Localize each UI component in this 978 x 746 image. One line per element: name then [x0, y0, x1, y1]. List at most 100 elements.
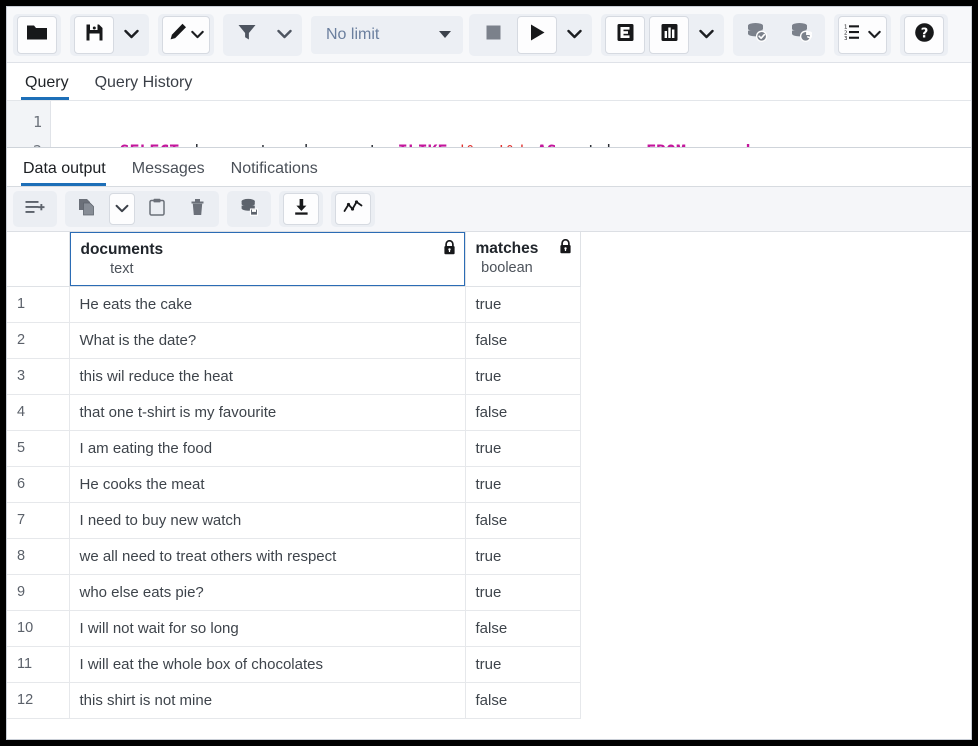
row-number-cell[interactable]: 7 — [7, 502, 69, 538]
row-number-cell[interactable]: 9 — [7, 574, 69, 610]
help-button[interactable]: ? — [904, 16, 944, 54]
download-group — [279, 191, 323, 227]
cell-matches[interactable]: true — [465, 430, 580, 466]
column-documents[interactable]: documents text — [69, 232, 465, 286]
row-number-cell[interactable]: 6 — [7, 466, 69, 502]
cell-documents[interactable]: I need to buy new watch — [69, 502, 465, 538]
cell-matches[interactable]: false — [465, 322, 580, 358]
table-row[interactable]: 11I will eat the whole box of chocolates… — [7, 646, 580, 682]
copy-dropdown-button[interactable] — [109, 193, 135, 225]
save-file-button[interactable] — [74, 16, 114, 54]
cell-matches[interactable]: true — [465, 538, 580, 574]
row-number-cell[interactable]: 12 — [7, 682, 69, 718]
table-row[interactable]: 6He cooks the meattrue — [7, 466, 580, 502]
sql-token: documents — [298, 142, 387, 147]
cell-matches[interactable]: true — [465, 358, 580, 394]
commit-button[interactable] — [737, 16, 777, 54]
copy-button[interactable] — [69, 193, 105, 225]
tab-messages[interactable]: Messages — [130, 160, 217, 186]
save-data-changes-button[interactable] — [231, 193, 267, 225]
cell-matches[interactable]: true — [465, 646, 580, 682]
cell-documents[interactable]: He cooks the meat — [69, 466, 465, 502]
add-row-button[interactable] — [17, 193, 53, 225]
delete-row-button[interactable] — [179, 193, 215, 225]
row-number-cell[interactable]: 5 — [7, 430, 69, 466]
cell-matches[interactable]: false — [465, 610, 580, 646]
column-header-type: text — [81, 260, 164, 279]
table-row[interactable]: 4that one t-shirt is my favouritefalse — [7, 394, 580, 430]
row-number-cell[interactable]: 11 — [7, 646, 69, 682]
execute-dropdown-button[interactable] — [561, 16, 588, 54]
cell-matches[interactable]: true — [465, 286, 580, 322]
cell-matches[interactable]: false — [465, 502, 580, 538]
list-numbered-icon: 1 2 3 — [844, 23, 866, 46]
column-documents-inner: documents text — [69, 232, 466, 287]
cell-documents[interactable]: we all need to treat others with respect — [69, 538, 465, 574]
cell-documents[interactable]: I am eating the food — [69, 430, 465, 466]
row-number-cell[interactable]: 10 — [7, 610, 69, 646]
chevron-down-icon — [115, 200, 129, 218]
cell-documents[interactable]: that one t-shirt is my favourite — [69, 394, 465, 430]
row-number-cell[interactable]: 3 — [7, 358, 69, 394]
tab-data-output[interactable]: Data output — [21, 160, 118, 186]
explain-button[interactable] — [605, 16, 645, 54]
cell-documents[interactable]: who else eats pie? — [69, 574, 465, 610]
macros-button[interactable]: 1 2 3 — [838, 16, 887, 54]
cell-documents[interactable]: this shirt is not mine — [69, 682, 465, 718]
cell-documents[interactable]: I will not wait for so long — [69, 610, 465, 646]
save-dropdown-button[interactable] — [118, 16, 145, 54]
cell-documents[interactable]: I will eat the whole box of chocolates — [69, 646, 465, 682]
table-row[interactable]: 12this shirt is not minefalse — [7, 682, 580, 718]
explain-analyze-button[interactable] — [649, 16, 689, 54]
filter-dropdown-button[interactable] — [271, 16, 298, 54]
sql-code-area[interactable]: SELECT documents, documents ILIKE '%eat%… — [51, 101, 971, 147]
chevron-down-icon — [868, 26, 881, 44]
paste-button[interactable] — [139, 193, 175, 225]
rollback-button[interactable] — [781, 16, 821, 54]
table-row[interactable]: 2What is the date?false — [7, 322, 580, 358]
filter-button[interactable] — [227, 16, 267, 54]
open-file-button[interactable] — [17, 16, 57, 54]
column-matches[interactable]: matches boolean — [465, 232, 580, 286]
tab-query-history[interactable]: Query History — [91, 74, 203, 100]
folder-icon — [26, 23, 48, 47]
tab-notifications[interactable]: Notifications — [229, 160, 330, 186]
table-row[interactable]: 3this wil reduce the heattrue — [7, 358, 580, 394]
lock-icon — [559, 239, 572, 258]
pgadmin-query-tool: No limit — [6, 6, 972, 740]
table-row[interactable]: 5I am eating the foodtrue — [7, 430, 580, 466]
pencil-icon — [168, 22, 188, 47]
row-limit-select[interactable]: No limit — [311, 16, 463, 54]
edit-button[interactable] — [162, 16, 210, 54]
table-row[interactable]: 8we all need to treat others with respec… — [7, 538, 580, 574]
column-rownum[interactable] — [7, 232, 69, 286]
row-number-cell[interactable]: 2 — [7, 322, 69, 358]
row-number-cell[interactable]: 4 — [7, 394, 69, 430]
sql-token — [527, 142, 537, 147]
explain-dropdown-button[interactable] — [693, 16, 720, 54]
cell-matches[interactable]: false — [465, 394, 580, 430]
tab-query[interactable]: Query — [21, 74, 79, 100]
cell-documents[interactable]: this wil reduce the heat — [69, 358, 465, 394]
cell-matches[interactable]: true — [465, 466, 580, 502]
cell-matches[interactable]: false — [465, 682, 580, 718]
table-row[interactable]: 7I need to buy new watchfalse — [7, 502, 580, 538]
cell-documents[interactable]: He eats the cake — [69, 286, 465, 322]
sql-token: , — [279, 142, 299, 147]
sql-editor[interactable]: 1 2 SELECT documents, documents ILIKE '%… — [7, 101, 971, 147]
graph-visualiser-button[interactable] — [335, 193, 371, 225]
row-number-cell[interactable]: 1 — [7, 286, 69, 322]
cell-documents[interactable]: What is the date? — [69, 322, 465, 358]
cell-matches[interactable]: true — [465, 574, 580, 610]
add-row-group — [13, 191, 57, 227]
result-grid: documents text matches bool — [7, 232, 581, 719]
table-row[interactable]: 10I will not wait for so longfalse — [7, 610, 580, 646]
table-row[interactable]: 1He eats the caketrue — [7, 286, 580, 322]
download-csv-button[interactable] — [283, 193, 319, 225]
row-number-cell[interactable]: 8 — [7, 538, 69, 574]
sql-token: search — [696, 142, 756, 147]
result-grid-container[interactable]: documents text matches bool — [7, 232, 971, 739]
table-row[interactable]: 9who else eats pie?true — [7, 574, 580, 610]
execute-query-button[interactable] — [517, 16, 557, 54]
stop-query-button[interactable] — [473, 16, 513, 54]
